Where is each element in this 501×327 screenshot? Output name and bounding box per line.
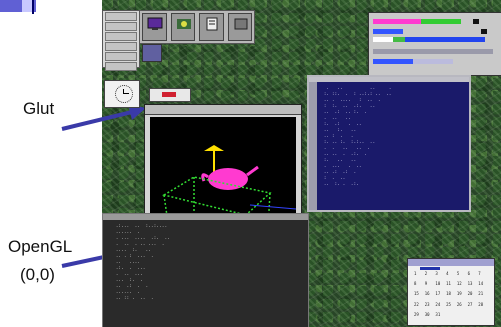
calendar-day[interactable]: 13 — [468, 281, 478, 290]
document-app-icon[interactable] — [199, 13, 224, 41]
calendar-day[interactable]: 24 — [435, 302, 445, 311]
calendar-day[interactable]: 18 — [446, 291, 456, 300]
app-launcher-panel[interactable] — [102, 10, 140, 71]
glut-label: Glut — [23, 99, 55, 118]
terminal-window-right[interactable]: . .. .. . :. ::. . : ..:.: .. .. .. . ..… — [307, 75, 471, 212]
status-bar-blue2 — [405, 37, 485, 42]
calendar-day[interactable]: 12 — [457, 281, 467, 290]
status-monitor-window — [368, 12, 501, 76]
clock-widget — [104, 80, 140, 108]
desktop: . .. .. . :. ::. . : ..:.: .. .. .. . ..… — [102, 0, 501, 327]
calendar-day[interactable]: 23 — [425, 302, 435, 311]
shell-app-icon[interactable] — [227, 13, 252, 41]
calendar-window[interactable]: 1 2 3 4 5 6 7 8 9 10 11 12 13 14 15 16 17 18 19 20 21 22 23 24 2… — [407, 258, 495, 326]
calendar-day[interactable]: 5 — [457, 271, 467, 280]
slide-logo — [0, 0, 44, 14]
monitor-app-icon[interactable] — [142, 13, 167, 41]
calendar-day[interactable]: 4 — [446, 271, 456, 280]
calendar-day[interactable]: 10 — [435, 281, 445, 290]
status-bar-white — [373, 37, 393, 42]
icon-toolbar — [139, 10, 255, 44]
status-bar-gray — [373, 49, 493, 54]
calendar-day[interactable]: 9 — [425, 281, 435, 290]
terminal-titlebar[interactable] — [103, 214, 308, 220]
launcher-item[interactable] — [105, 12, 137, 21]
calendar-day[interactable]: 31 — [435, 312, 445, 321]
folder-icon[interactable] — [142, 44, 162, 62]
status-bar-blue — [373, 29, 403, 34]
calendar-day[interactable]: 28 — [478, 302, 488, 311]
launcher-item[interactable] — [105, 22, 137, 31]
calendar-grid: 1 2 3 4 5 6 7 8 9 10 11 12 13 14 15 16 17 18 19 20 21 22 23 24 2… — [414, 271, 488, 321]
calendar-day[interactable]: 29 — [414, 312, 424, 321]
calendar-day[interactable]: 30 — [425, 312, 435, 321]
status-bar-magenta — [373, 19, 421, 24]
origin-label: (0,0) — [20, 265, 55, 284]
calendar-day[interactable]: 1 — [414, 271, 424, 280]
status-bar-lavender — [413, 59, 453, 64]
glut-window-titlebar[interactable] — [145, 105, 301, 115]
calendar-day[interactable]: 7 — [478, 271, 488, 280]
calendar-day[interactable]: 6 — [468, 271, 478, 280]
calendar-day[interactable]: 21 — [478, 291, 488, 300]
calendar-day[interactable]: 17 — [435, 291, 445, 300]
launcher-item[interactable] — [105, 62, 137, 71]
launcher-item[interactable] — [105, 32, 137, 41]
status-bar-green2 — [393, 37, 405, 42]
launcher-item[interactable] — [105, 42, 137, 51]
terminal-window-bottom[interactable]: .:... .. :..:.... ...... . . ... .... .:… — [102, 213, 309, 327]
status-bar-green — [421, 19, 461, 24]
calendar-day[interactable]: 25 — [446, 302, 456, 311]
terminal-titlebar[interactable] — [309, 77, 469, 82]
opengl-label: OpenGL — [8, 237, 73, 256]
calendar-day[interactable]: 8 — [414, 281, 424, 290]
calendar-day[interactable]: 16 — [425, 291, 435, 300]
calendar-day[interactable]: 19 — [457, 291, 467, 300]
calendar-day[interactable]: 11 — [446, 281, 456, 290]
calendar-day[interactable]: 3 — [435, 271, 445, 280]
tools-app-icon[interactable] — [170, 13, 195, 41]
calendar-day[interactable]: 15 — [414, 291, 424, 300]
calendar-day[interactable]: 14 — [478, 281, 488, 290]
terminal-scrollbar[interactable] — [309, 82, 317, 210]
calendar-day[interactable]: 20 — [468, 291, 478, 300]
calendar-day[interactable]: 2 — [425, 271, 435, 280]
launcher-item[interactable] — [105, 52, 137, 61]
calendar-month-header — [420, 267, 440, 270]
status-bar-blue3 — [373, 59, 413, 64]
calendar-titlebar[interactable] — [408, 259, 494, 266]
calendar-day[interactable]: 26 — [457, 302, 467, 311]
minimized-window[interactable] — [149, 88, 191, 102]
calendar-day[interactable]: 22 — [414, 302, 424, 311]
terminal-output: . .. .. . :. ::. . : ..:.: .. .. .. . ..… — [323, 86, 392, 187]
calendar-day[interactable]: 27 — [468, 302, 478, 311]
terminal-output: .:... .. :..:.... ...... . . ... .... .:… — [115, 224, 170, 301]
